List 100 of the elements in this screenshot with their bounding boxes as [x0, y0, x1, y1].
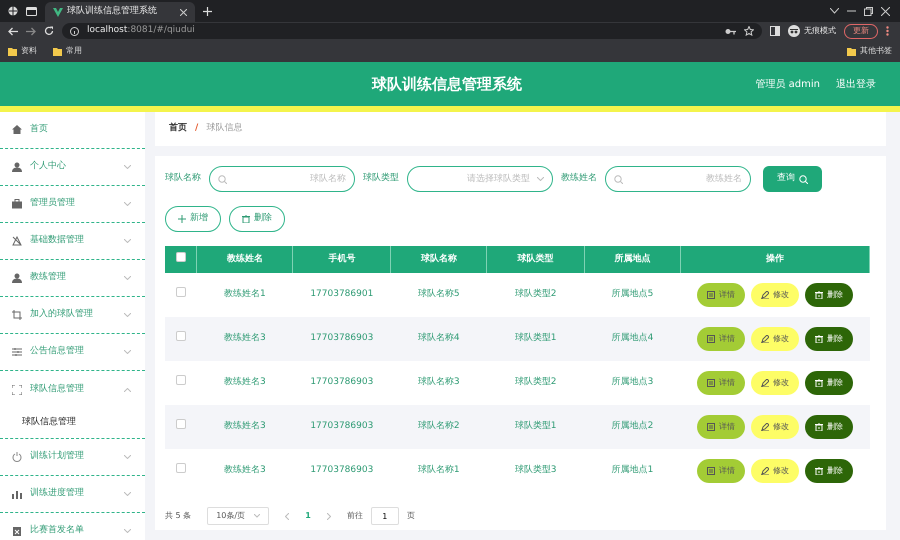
document-icon [706, 423, 715, 431]
address-bar[interactable]: localhost:8081/#/qiudui [62, 23, 762, 39]
sidebar-item[interactable]: 加入的球队管理 [0, 297, 145, 334]
add-button[interactable]: 新增 [165, 206, 221, 232]
breadcrumb-separator: / [195, 122, 198, 136]
chevron-down-icon[interactable] [830, 8, 839, 14]
tab-title: 球队训练信息管理系统 [67, 5, 158, 18]
breadcrumb-item[interactable]: 首页 [169, 122, 187, 136]
delete-button[interactable]: 删除 [804, 415, 853, 439]
frame-icon [12, 310, 22, 320]
delete-button[interactable]: 删除 [804, 371, 853, 395]
table-cell: 教练姓名3 [224, 377, 266, 388]
close-icon[interactable] [881, 6, 890, 16]
table-cell: 所属地点3 [612, 377, 654, 388]
row-checkbox[interactable] [176, 375, 186, 386]
sidebar-subitem[interactable]: 球队信息管理 [0, 408, 145, 439]
search-field[interactable]: 教练姓名 [605, 166, 751, 192]
page-input[interactable]: 1 [370, 507, 399, 525]
forward-icon[interactable] [26, 26, 36, 36]
table-cell: 17703786903 [310, 421, 374, 432]
app-title: 球队训练信息管理系统 [372, 74, 522, 95]
page-unit-label: 页 [406, 510, 415, 522]
edit-button[interactable]: 修改 [750, 327, 799, 351]
minimize-icon[interactable] [847, 10, 856, 12]
logout-link[interactable]: 退出登录 [836, 76, 876, 92]
power-icon [12, 452, 22, 462]
page-number[interactable]: 1 [305, 510, 311, 522]
delete-button[interactable]: 删除 [804, 327, 853, 351]
bookmark[interactable]: 常用 [53, 45, 82, 57]
more-icon[interactable] [886, 26, 889, 36]
incognito-icon[interactable] [788, 25, 800, 37]
sidebar-panel-icon[interactable] [770, 26, 780, 36]
table-cell: 球队类型2 [514, 289, 557, 300]
table-cell: 17703786901 [310, 289, 374, 300]
sidebar-item[interactable]: 公告信息管理 [0, 334, 145, 371]
search-icon [614, 175, 623, 184]
reload-icon[interactable] [44, 26, 54, 36]
search-field[interactable]: 球队名称 [209, 166, 355, 192]
close-icon[interactable] [180, 8, 187, 16]
trash-icon [814, 379, 823, 387]
profile-label: 无痕模式 [804, 25, 836, 37]
select-field[interactable]: 请选择球队类型 [407, 166, 553, 192]
sidebar-item[interactable]: 基础数据管理 [0, 223, 145, 260]
delete-button[interactable]: 删除 [804, 283, 853, 307]
column-header: 教练姓名 [196, 246, 293, 273]
details-button[interactable]: 详情 [696, 327, 745, 351]
browser-tab[interactable]: 球队训练信息管理系统 [45, 2, 195, 22]
sidebar-item[interactable]: 首页 [0, 112, 145, 149]
back-icon[interactable] [8, 26, 18, 36]
page-size-select[interactable]: 10条/页 [207, 507, 270, 525]
edit-button[interactable]: 修改 [750, 415, 799, 439]
bookmark[interactable]: 其他书签 [847, 45, 892, 57]
goto-label: 前往 [346, 510, 363, 522]
details-button[interactable]: 详情 [696, 459, 745, 483]
sidebar-item[interactable]: 训练进度管理 [0, 476, 145, 513]
globe-icon[interactable] [8, 6, 18, 16]
sidebar-item[interactable]: 教练管理 [0, 260, 145, 297]
table-cell: 球队类型3 [514, 465, 557, 476]
briefcase-icon [12, 199, 22, 209]
sidebar-item[interactable]: 训练计划管理 [0, 439, 145, 476]
window-icon[interactable] [26, 6, 37, 16]
document-icon [706, 467, 715, 475]
star-icon[interactable] [744, 26, 754, 36]
restore-icon[interactable] [864, 6, 873, 16]
sidebar-item[interactable]: 个人中心 [0, 149, 145, 186]
search-icon [218, 175, 227, 184]
edit-button[interactable]: 修改 [750, 283, 799, 307]
field-label: 教练姓名 [561, 172, 597, 186]
new-tab-icon[interactable] [203, 6, 212, 16]
details-button[interactable]: 详情 [696, 371, 745, 395]
row-checkbox[interactable] [176, 419, 186, 430]
table-cell: 17703786903 [310, 333, 374, 344]
edit-button[interactable]: 修改 [750, 371, 799, 395]
house-icon [12, 125, 22, 135]
table-cell: 教练姓名3 [224, 421, 266, 432]
row-checkbox[interactable] [176, 463, 186, 474]
trash-icon [814, 467, 823, 475]
column-header: 手机号 [292, 246, 391, 273]
edit-button[interactable]: 修改 [750, 459, 799, 483]
sidebar-item[interactable]: 球队信息管理 [0, 371, 145, 408]
key-icon[interactable] [725, 28, 736, 34]
info-icon [70, 26, 79, 36]
bookmark[interactable]: 资料 [8, 45, 37, 57]
row-checkbox[interactable] [176, 331, 186, 342]
table-cell: 教练姓名3 [224, 333, 266, 344]
search-button[interactable]: 查询 [763, 166, 822, 192]
chevron-down-icon [254, 514, 260, 518]
delete-button[interactable]: 删除 [229, 206, 285, 232]
sidebar-item[interactable]: 管理员管理 [0, 186, 145, 223]
update-button[interactable]: 更新 [844, 24, 878, 38]
select-all-checkbox[interactable] [176, 252, 186, 262]
sidebar-item[interactable]: 比赛首发名单 [0, 513, 145, 540]
details-button[interactable]: 详情 [696, 283, 745, 307]
delete-button[interactable]: 删除 [804, 459, 853, 483]
field-label: 球队名称 [165, 172, 201, 186]
row-checkbox[interactable] [176, 287, 186, 298]
table-cell: 球队名称2 [418, 421, 460, 432]
chevron-down-icon [537, 177, 544, 181]
table-cell: 教练姓名1 [224, 289, 266, 300]
details-button[interactable]: 详情 [696, 415, 745, 439]
